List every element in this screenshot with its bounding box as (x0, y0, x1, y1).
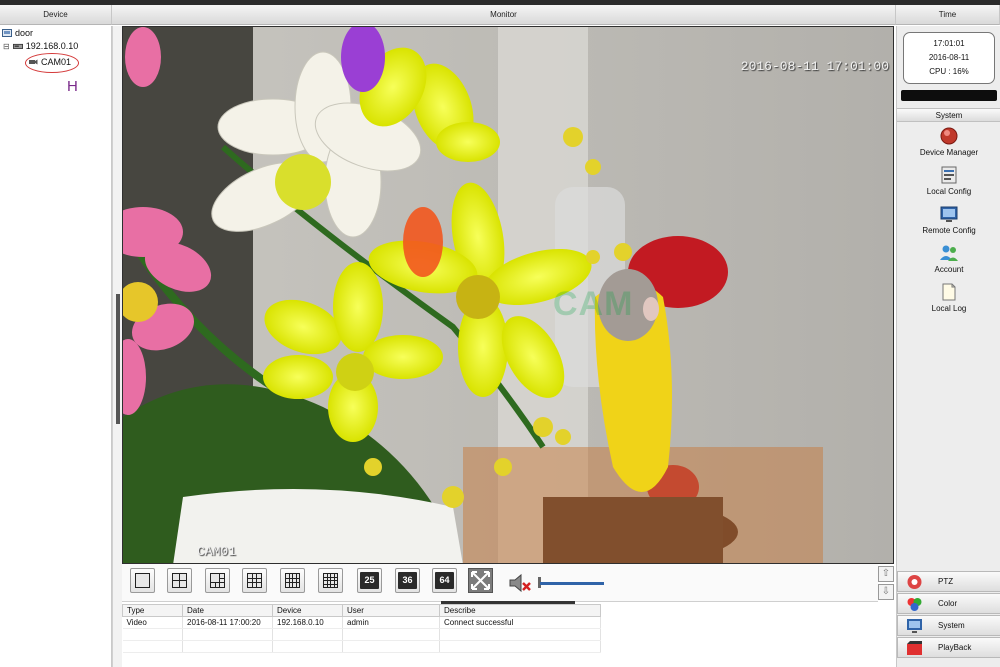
log-cell-describe: Connect successful (439, 616, 601, 629)
local-config-icon (941, 166, 957, 184)
layout-1-button[interactable] (130, 568, 155, 593)
log-cell-type: Video (122, 616, 183, 629)
log-header-row: Type Date Device User Describe (122, 604, 601, 617)
menu-remote-config-label: Remote Config (922, 226, 976, 235)
account-icon (940, 245, 958, 261)
log-cell-date: 2016-08-11 17:00:20 (182, 616, 273, 629)
osd-datetime: 2016-08-11 17:01:00 (740, 59, 889, 74)
layout-36-label: 36 (398, 572, 417, 589)
tab-color[interactable]: Color (897, 593, 1000, 614)
menu-local-log-label: Local Log (931, 304, 967, 313)
menu-account[interactable]: Account (897, 243, 1000, 281)
tree-scroll-thumb[interactable] (116, 294, 120, 424)
video-watermark: CAM (553, 285, 634, 323)
device-tree: door ⊟ 192.168.0.10 CAM01 H (0, 26, 112, 667)
right-panel: 17:01:01 2016-08-11 CPU : 16% System Dev… (896, 26, 1000, 667)
tab-ptz[interactable]: PTZ (897, 571, 1000, 592)
layout-9-button[interactable] (242, 568, 267, 593)
fullscreen-button[interactable] (468, 568, 493, 593)
tree-device-label: 192.168.0.10 (25, 41, 79, 51)
layout-4-button[interactable] (167, 568, 192, 593)
cpu-usage: CPU : 16% (929, 67, 969, 76)
log-cell-user: admin (342, 616, 440, 629)
playback-icon (907, 641, 922, 655)
tab-playback-label: PlayBack (938, 643, 972, 652)
toolbar-scroll[interactable]: ⇧ ⇩ (878, 566, 894, 600)
log-col-type[interactable]: Type (122, 604, 183, 617)
menu-device-manager[interactable]: Device Manager (897, 126, 1000, 164)
menu-device-manager-label: Device Manager (919, 148, 979, 157)
system-icon (907, 619, 922, 633)
menu-local-config-label: Local Config (926, 187, 972, 196)
log-col-date[interactable]: Date (182, 604, 273, 617)
clock-time: 17:01:01 (933, 39, 965, 48)
layout-9b-button[interactable] (280, 568, 305, 593)
device-panel-header: Device (0, 5, 112, 25)
menu-local-log[interactable]: Local Log (897, 282, 1000, 320)
local-log-icon (942, 283, 956, 301)
color-icon (907, 598, 922, 611)
scroll-down-icon[interactable]: ⇩ (878, 584, 894, 600)
layout-16-button[interactable] (318, 568, 343, 593)
volume-slider[interactable] (540, 582, 604, 585)
system-menu-header[interactable]: System (897, 108, 1000, 122)
monitor-toolbar: 25 36 64 (122, 564, 878, 602)
layout-36-button[interactable]: 36 (395, 568, 420, 593)
tree-scrollbar[interactable] (112, 26, 122, 667)
camera-feed-image (123, 27, 893, 563)
tab-system[interactable]: System (897, 615, 1000, 636)
table-row (122, 640, 601, 653)
tab-ptz-label: PTZ (938, 577, 954, 586)
tree-group-door[interactable]: door (2, 28, 33, 38)
group-icon (2, 29, 12, 37)
monitor-panel-header: Monitor (112, 5, 896, 25)
video-view[interactable]: CAM 2016-08-11 17:01:00 CAM01 (122, 26, 894, 564)
menu-remote-config[interactable]: Remote Config (897, 204, 1000, 242)
device-manager-icon (940, 127, 958, 145)
layout-64-label: 64 (435, 572, 454, 589)
clock-panel: 17:01:01 2016-08-11 CPU : 16% (903, 32, 995, 84)
layout-64-button[interactable]: 64 (432, 568, 457, 593)
event-log: Type Date Device User Describe Video 201… (122, 604, 896, 667)
remote-config-icon (940, 206, 958, 222)
menu-local-config[interactable]: Local Config (897, 165, 1000, 203)
log-col-describe[interactable]: Describe (439, 604, 601, 617)
log-cell-device: 192.168.0.10 (272, 616, 343, 629)
ptz-icon (907, 575, 922, 589)
osd-camera-name: CAM01 (197, 544, 237, 559)
time-panel-header: Time (896, 5, 1000, 25)
mute-icon[interactable] (508, 572, 532, 594)
log-col-device[interactable]: Device (272, 604, 343, 617)
log-col-user[interactable]: User (342, 604, 440, 617)
table-row (122, 628, 601, 641)
layout-25-button[interactable]: 25 (357, 568, 382, 593)
status-bar (901, 90, 997, 101)
annotation-letter: H (67, 78, 78, 95)
tab-color-label: Color (938, 599, 958, 608)
layout-6-button[interactable] (205, 568, 230, 593)
clock-date: 2016-08-11 (928, 53, 970, 62)
collapse-icon[interactable]: ⊟ (3, 42, 10, 51)
tab-system-label: System (938, 621, 965, 630)
tree-device-node[interactable]: ⊟ 192.168.0.10 (3, 41, 78, 51)
tab-playback[interactable]: PlayBack (897, 637, 1000, 658)
dvr-device-icon (12, 43, 23, 49)
layout-25-label: 25 (360, 572, 379, 589)
fullscreen-icon (471, 571, 490, 590)
menu-account-label: Account (934, 265, 964, 274)
camera-highlight-circle (25, 53, 79, 73)
scroll-up-icon[interactable]: ⇧ (878, 566, 894, 582)
tree-group-label: door (15, 28, 34, 38)
table-row[interactable]: Video 2016-08-11 17:00:20 192.168.0.10 a… (122, 616, 601, 629)
